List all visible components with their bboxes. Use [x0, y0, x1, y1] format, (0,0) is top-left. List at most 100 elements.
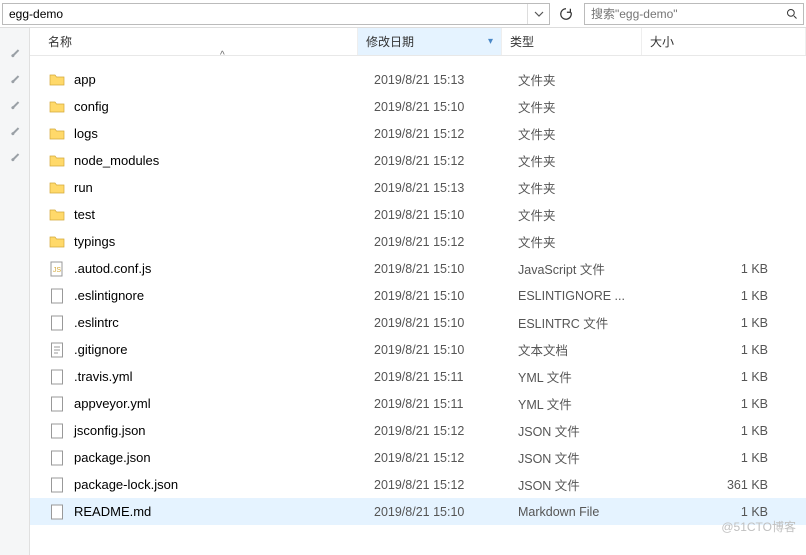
- file-name: package.json: [74, 450, 374, 465]
- file-date: 2019/8/21 15:12: [374, 424, 518, 438]
- address-bar: egg-demo: [0, 0, 806, 28]
- file-name: package-lock.json: [74, 477, 374, 492]
- group-collapse-chevron[interactable]: [30, 56, 806, 66]
- file-row[interactable]: .eslintignore2019/8/21 15:10ESLINTIGNORE…: [30, 282, 806, 309]
- column-header-size[interactable]: 大小: [642, 28, 806, 55]
- file-type: 文件夹: [518, 205, 658, 224]
- refresh-button[interactable]: [554, 3, 578, 25]
- file-row[interactable]: README.md2019/8/21 15:10Markdown File1 K…: [30, 498, 806, 525]
- files-container: app2019/8/21 15:13文件夹config2019/8/21 15:…: [30, 66, 806, 525]
- file-type: 文件夹: [518, 178, 658, 197]
- file-type: 文件夹: [518, 97, 658, 116]
- file-name: README.md: [74, 504, 374, 519]
- file-type: JavaScript 文件: [518, 259, 658, 278]
- folder-icon: [48, 71, 66, 89]
- current-folder-name: egg-demo: [3, 7, 527, 21]
- column-headers: 名称 修改日期▾ 类型 大小: [30, 28, 806, 56]
- file-name: .gitignore: [74, 342, 374, 357]
- file-icon: [48, 314, 66, 332]
- file-row[interactable]: test2019/8/21 15:10文件夹: [30, 201, 806, 228]
- chevron-down-icon[interactable]: [527, 4, 549, 24]
- file-row[interactable]: .gitignore2019/8/21 15:10文本文档1 KB: [30, 336, 806, 363]
- file-icon: [48, 422, 66, 440]
- folder-icon: [48, 233, 66, 251]
- file-size: 1 KB: [658, 289, 798, 303]
- file-date: 2019/8/21 15:10: [374, 262, 518, 276]
- path-field[interactable]: egg-demo: [2, 3, 550, 25]
- file-type: ESLINTIGNORE ...: [518, 289, 658, 303]
- file-date: 2019/8/21 15:12: [374, 154, 518, 168]
- file-row[interactable]: .travis.yml2019/8/21 15:11YML 文件1 KB: [30, 363, 806, 390]
- file-name: .eslintrc: [74, 315, 374, 330]
- quick-access-sidebar: [0, 28, 30, 555]
- file-row[interactable]: typings2019/8/21 15:12文件夹: [30, 228, 806, 255]
- file-size: 1 KB: [658, 451, 798, 465]
- file-date: 2019/8/21 15:12: [374, 451, 518, 465]
- file-size: 1 KB: [658, 370, 798, 384]
- search-icon[interactable]: [781, 4, 803, 24]
- file-date: 2019/8/21 15:10: [374, 343, 518, 357]
- file-row[interactable]: appveyor.yml2019/8/21 15:11YML 文件1 KB: [30, 390, 806, 417]
- file-size: 1 KB: [658, 397, 798, 411]
- file-row[interactable]: logs2019/8/21 15:12文件夹: [30, 120, 806, 147]
- file-row[interactable]: JS.autod.conf.js2019/8/21 15:10JavaScrip…: [30, 255, 806, 282]
- sort-indicator-icon: ▾: [488, 36, 493, 47]
- file-name: appveyor.yml: [74, 396, 374, 411]
- file-date: 2019/8/21 15:11: [374, 397, 518, 411]
- file-date: 2019/8/21 15:10: [374, 100, 518, 114]
- file-type: JSON 文件: [518, 421, 658, 440]
- file-type: 文件夹: [518, 124, 658, 143]
- search-input[interactable]: [585, 7, 781, 21]
- file-name: jsconfig.json: [74, 423, 374, 438]
- file-name: typings: [74, 234, 374, 249]
- file-type: 文件夹: [518, 232, 658, 251]
- folder-icon: [48, 206, 66, 224]
- search-field[interactable]: [584, 3, 804, 25]
- file-date: 2019/8/21 15:10: [374, 208, 518, 222]
- pin-icon: [5, 45, 25, 65]
- file-icon: [48, 341, 66, 359]
- file-size: 1 KB: [658, 316, 798, 330]
- pin-icon: [5, 97, 25, 117]
- file-row[interactable]: app2019/8/21 15:13文件夹: [30, 66, 806, 93]
- pin-icon: [5, 149, 25, 169]
- file-row[interactable]: package-lock.json2019/8/21 15:12JSON 文件3…: [30, 471, 806, 498]
- folder-icon: [48, 152, 66, 170]
- file-name: app: [74, 72, 374, 87]
- file-date: 2019/8/21 15:10: [374, 505, 518, 519]
- file-name: config: [74, 99, 374, 114]
- file-name: run: [74, 180, 374, 195]
- file-date: 2019/8/21 15:12: [374, 235, 518, 249]
- file-row[interactable]: .eslintrc2019/8/21 15:10ESLINTRC 文件1 KB: [30, 309, 806, 336]
- file-name: .autod.conf.js: [74, 261, 374, 276]
- file-icon: [48, 368, 66, 386]
- file-icon: [48, 503, 66, 521]
- folder-icon: [48, 98, 66, 116]
- file-type: YML 文件: [518, 394, 658, 413]
- file-icon: [48, 395, 66, 413]
- file-date: 2019/8/21 15:13: [374, 73, 518, 87]
- file-date: 2019/8/21 15:13: [374, 181, 518, 195]
- file-row[interactable]: node_modules2019/8/21 15:12文件夹: [30, 147, 806, 174]
- column-header-name[interactable]: 名称: [30, 28, 358, 55]
- folder-icon: [48, 179, 66, 197]
- column-header-date[interactable]: 修改日期▾: [358, 28, 502, 55]
- file-date: 2019/8/21 15:10: [374, 289, 518, 303]
- file-row[interactable]: package.json2019/8/21 15:12JSON 文件1 KB: [30, 444, 806, 471]
- file-size: 1 KB: [658, 262, 798, 276]
- file-date: 2019/8/21 15:12: [374, 127, 518, 141]
- file-type: YML 文件: [518, 367, 658, 386]
- file-type: 文件夹: [518, 151, 658, 170]
- file-list-panel: 名称 修改日期▾ 类型 大小 app2019/8/21 15:13文件夹conf…: [30, 28, 806, 555]
- file-type: 文件夹: [518, 70, 658, 89]
- file-size: 1 KB: [658, 505, 798, 519]
- file-row[interactable]: config2019/8/21 15:10文件夹: [30, 93, 806, 120]
- file-type: ESLINTRC 文件: [518, 313, 658, 332]
- file-icon: [48, 287, 66, 305]
- file-name: .eslintignore: [74, 288, 374, 303]
- file-type: JSON 文件: [518, 475, 658, 494]
- column-header-type[interactable]: 类型: [502, 28, 642, 55]
- file-row[interactable]: run2019/8/21 15:13文件夹: [30, 174, 806, 201]
- file-row[interactable]: jsconfig.json2019/8/21 15:12JSON 文件1 KB: [30, 417, 806, 444]
- folder-icon: [48, 125, 66, 143]
